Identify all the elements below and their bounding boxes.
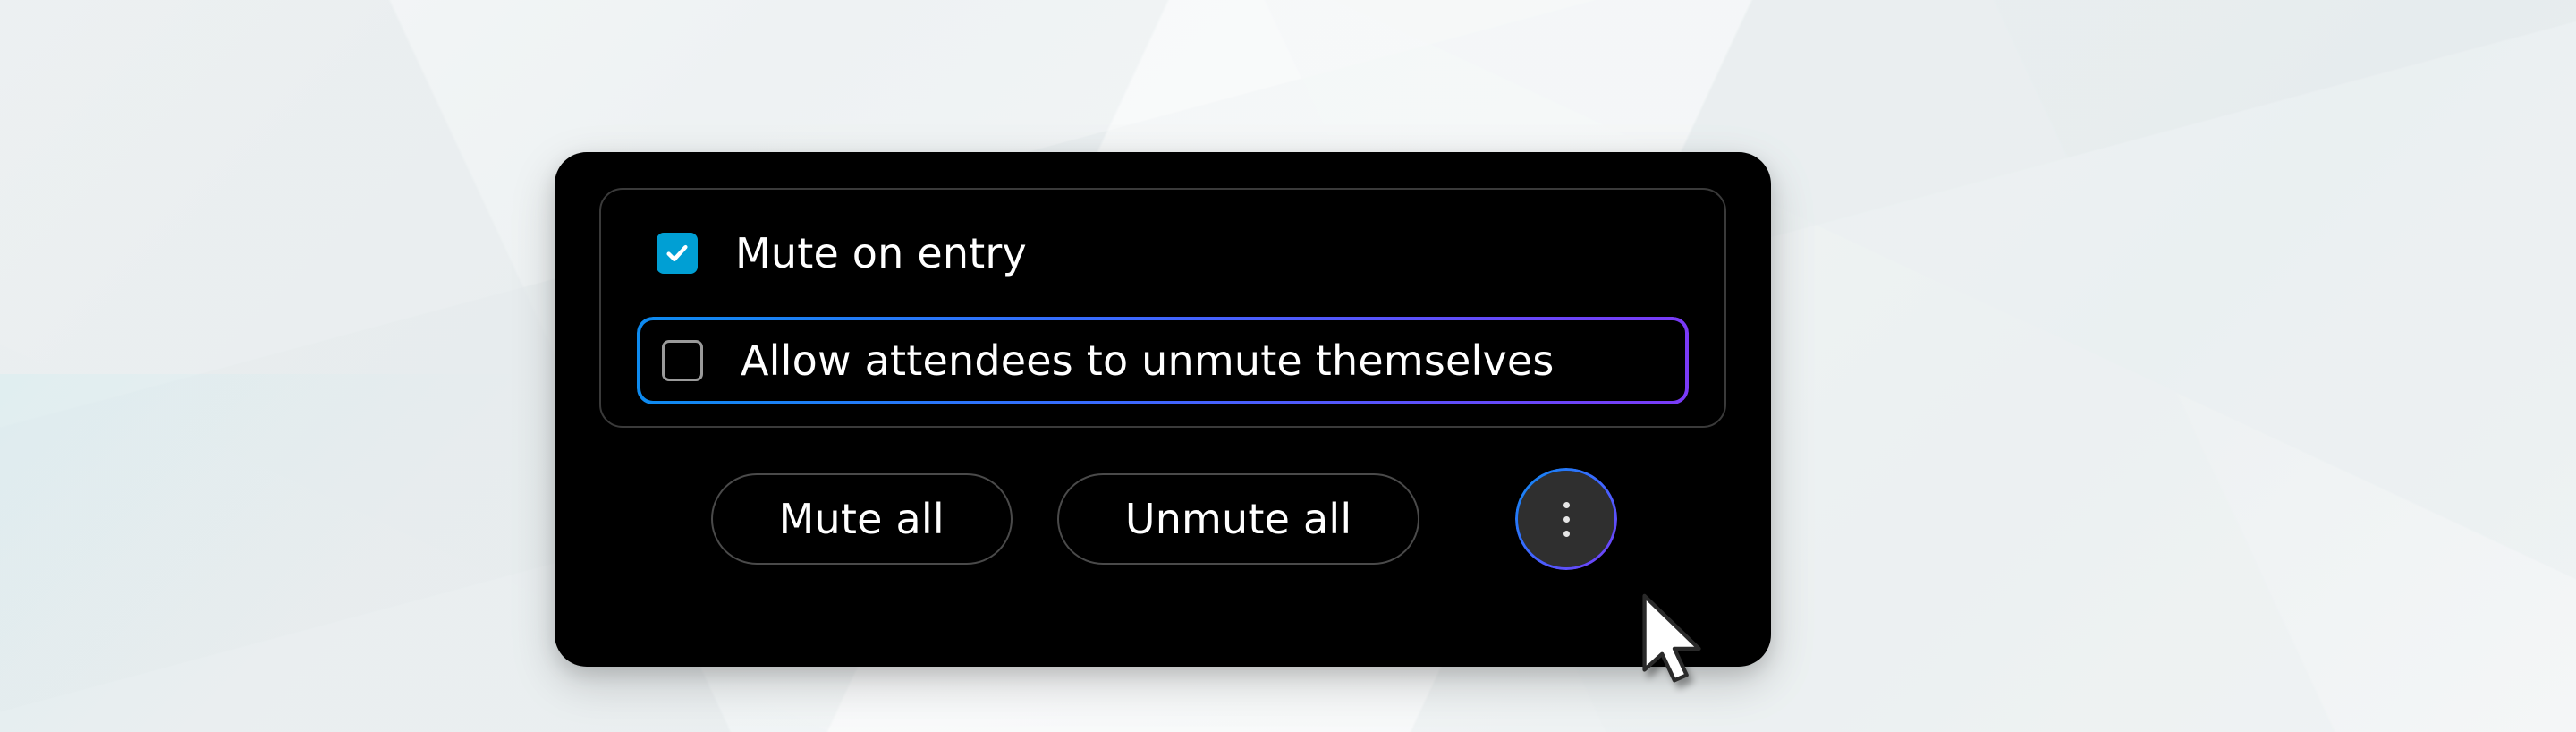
vertical-ellipsis-icon [1563, 502, 1570, 537]
allow-unmute-checkbox[interactable] [662, 340, 703, 381]
mute-on-entry-checkbox[interactable] [657, 233, 698, 274]
audio-controls-popup: Mute on entry Allow attendees to unmute … [555, 152, 1771, 667]
allow-unmute-label: Allow attendees to unmute themselves [741, 336, 1555, 385]
option-mute-on-entry[interactable]: Mute on entry [637, 215, 1689, 292]
unmute-all-button[interactable]: Unmute all [1057, 473, 1420, 565]
audio-options-panel: Mute on entry Allow attendees to unmute … [599, 188, 1726, 428]
mute-all-button[interactable]: Mute all [711, 473, 1013, 565]
option-allow-unmute[interactable]: Allow attendees to unmute themselves [637, 317, 1689, 404]
audio-button-row: Mute all Unmute all [599, 471, 1726, 567]
check-icon [664, 240, 691, 267]
more-options-button[interactable] [1518, 471, 1614, 567]
mute-on-entry-label: Mute on entry [735, 229, 1027, 277]
